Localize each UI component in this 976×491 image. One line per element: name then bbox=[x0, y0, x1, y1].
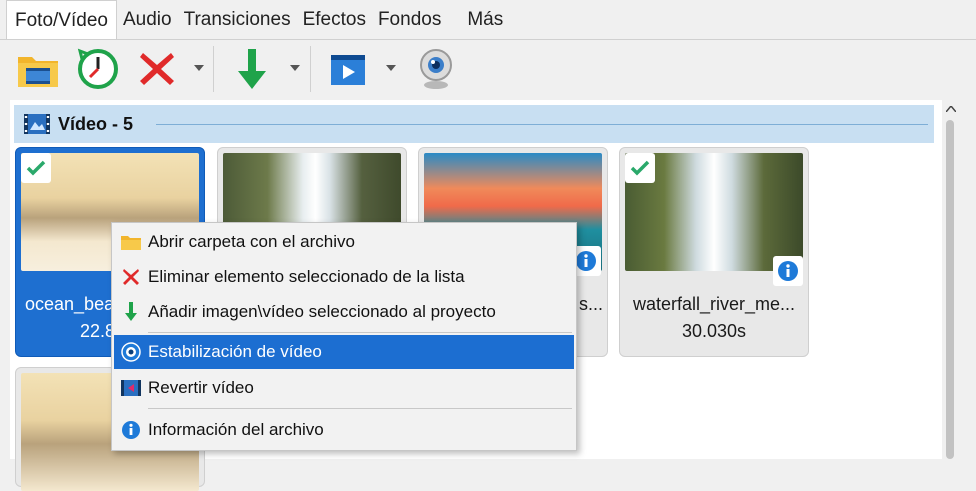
tab-transiciones[interactable]: Transiciones bbox=[178, 0, 297, 40]
scrollbar-thumb[interactable] bbox=[946, 120, 954, 459]
info-badge[interactable] bbox=[773, 256, 803, 286]
menu-item-open-folder[interactable]: Abrir carpeta con el archivo bbox=[114, 225, 574, 259]
red-x-icon bbox=[114, 260, 148, 294]
chevron-up-icon bbox=[945, 105, 956, 112]
menu-item-label: Revertir vídeo bbox=[148, 378, 254, 397]
menu-item-label: Estabilización de vídeo bbox=[148, 342, 322, 361]
tile-filename: waterfall_river_me... bbox=[632, 294, 796, 314]
delete-x-icon bbox=[140, 53, 174, 85]
menu-item-label: Añadir imagen\vídeo seleccionado al proy… bbox=[148, 302, 496, 321]
checkmark-icon bbox=[26, 160, 46, 176]
checkmark-icon bbox=[630, 160, 650, 176]
clock-history-icon bbox=[77, 48, 118, 89]
dropdown-arrow-icon bbox=[290, 65, 300, 71]
video-dropdown-button[interactable] bbox=[384, 61, 398, 75]
menu-separator bbox=[148, 408, 572, 409]
menu-item-label: Información del archivo bbox=[148, 420, 324, 439]
delete-dropdown-button[interactable] bbox=[192, 61, 206, 75]
checkbox-checked[interactable] bbox=[625, 153, 655, 183]
context-menu: Abrir carpeta con el archivo Eliminar el… bbox=[111, 222, 577, 451]
tab-fondos[interactable]: Fondos bbox=[372, 0, 447, 40]
dropdown-arrow-icon bbox=[386, 65, 396, 71]
video-group-header[interactable]: Vídeo - 5 bbox=[14, 105, 934, 143]
menu-item-file-info[interactable]: Información del archivo bbox=[114, 413, 574, 447]
delete-button[interactable] bbox=[133, 46, 181, 92]
toolbar bbox=[0, 40, 976, 98]
scroll-up-button[interactable] bbox=[942, 100, 959, 117]
group-title: Vídeo - 5 bbox=[58, 114, 134, 134]
tab-audio[interactable]: Audio bbox=[117, 0, 178, 40]
stabilize-eye-icon bbox=[114, 335, 148, 369]
toolbar-separator bbox=[213, 46, 214, 92]
history-button[interactable] bbox=[74, 46, 122, 92]
info-icon bbox=[576, 251, 596, 271]
open-folder-button[interactable] bbox=[14, 46, 62, 92]
add-dropdown-button[interactable] bbox=[288, 61, 302, 75]
webcam-button[interactable] bbox=[412, 46, 460, 92]
video-play-button[interactable] bbox=[324, 46, 372, 92]
toolbar-separator bbox=[310, 46, 311, 92]
dropdown-arrow-icon bbox=[194, 65, 204, 71]
info-icon bbox=[778, 261, 798, 281]
tile-duration: 30.030s bbox=[681, 321, 747, 341]
checkbox-checked[interactable] bbox=[21, 153, 51, 183]
menu-item-label: Eliminar elemento seleccionado de la lis… bbox=[148, 267, 465, 286]
tab-bar: Foto/Vídeo Audio Transiciones Efectos Fo… bbox=[0, 0, 976, 40]
menu-item-reverse-video[interactable]: Revertir vídeo bbox=[114, 371, 574, 405]
video-film-icon bbox=[24, 114, 50, 134]
tab-mas[interactable]: Más bbox=[461, 0, 509, 40]
media-tile-waterfall-river[interactable]: waterfall_river_me... 30.030s bbox=[619, 147, 809, 357]
folder-icon bbox=[114, 225, 148, 259]
folder-film-icon bbox=[18, 57, 58, 87]
tab-efectos[interactable]: Efectos bbox=[297, 0, 372, 40]
video-play-icon bbox=[331, 55, 365, 85]
reverse-film-icon bbox=[114, 371, 148, 405]
menu-item-label: Abrir carpeta con el archivo bbox=[148, 232, 355, 251]
group-divider bbox=[156, 124, 928, 125]
green-down-arrow-icon bbox=[114, 295, 148, 329]
add-to-project-button[interactable] bbox=[228, 46, 276, 92]
webcam-icon bbox=[420, 49, 452, 89]
menu-item-add-to-project[interactable]: Añadir imagen\vídeo seleccionado al proy… bbox=[114, 295, 574, 329]
menu-item-video-stabilization[interactable]: Estabilización de vídeo bbox=[114, 335, 574, 369]
tab-foto-video[interactable]: Foto/Vídeo bbox=[6, 0, 117, 40]
add-down-arrow-icon bbox=[238, 49, 266, 89]
menu-item-remove-from-list[interactable]: Eliminar elemento seleccionado de la lis… bbox=[114, 260, 574, 294]
info-circle-icon bbox=[114, 413, 148, 447]
menu-separator bbox=[148, 332, 572, 333]
